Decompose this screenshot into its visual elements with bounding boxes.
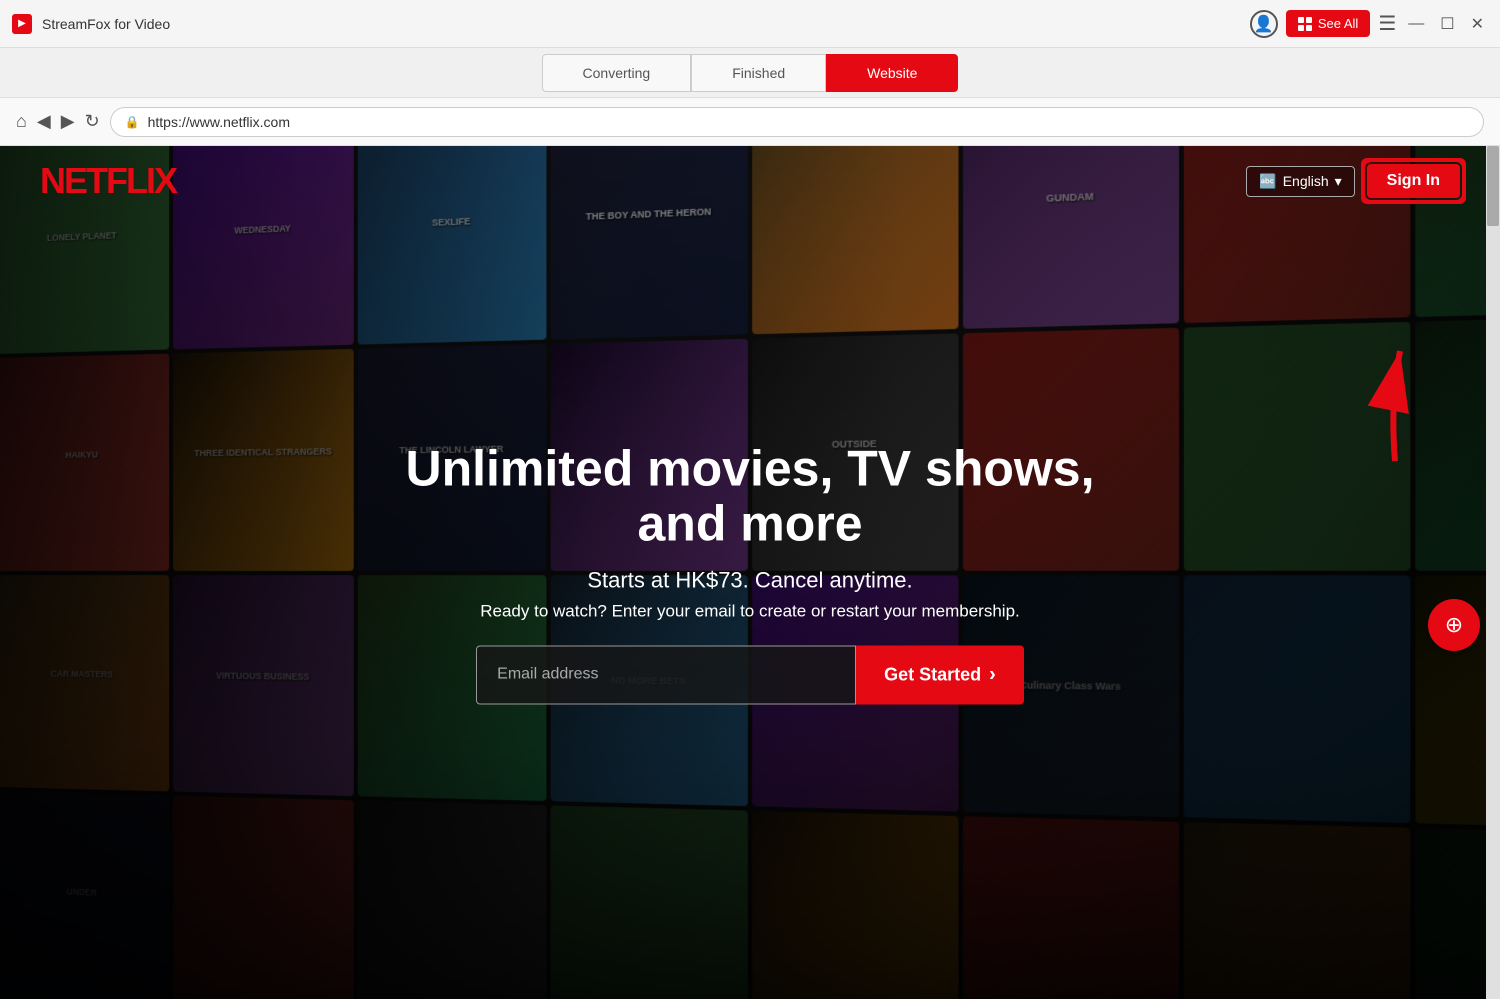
email-form: Get Started › (400, 645, 1100, 704)
tab-finished[interactable]: Finished (691, 54, 826, 92)
title-bar: StreamFox for Video 👤 See All ☰ — ☐ ✕ (0, 0, 1500, 48)
tab-website[interactable]: Website (826, 54, 958, 92)
language-label: English (1283, 173, 1329, 189)
sign-in-wrapper: Sign In (1367, 164, 1460, 198)
lock-icon: 🔒 (125, 115, 140, 129)
browser-bar: ⌂ ◀ ▶ ↻ 🔒 https://www.netflix.com (0, 98, 1500, 146)
netflix-navbar: NETFLIX 🔤 English ▾ Sign In (0, 146, 1500, 216)
user-icon[interactable]: 👤 (1250, 10, 1278, 38)
grid-icon (1298, 17, 1312, 31)
app-icon (12, 14, 32, 34)
sign-in-arrow (1335, 341, 1415, 471)
chevron-right-icon: › (989, 663, 996, 686)
chevron-down-icon: ▾ (1335, 173, 1342, 190)
forward-button[interactable]: ▶ (61, 111, 75, 132)
back-button[interactable]: ◀ (37, 111, 51, 132)
scrollbar-thumb[interactable] (1487, 146, 1499, 226)
scrollbar[interactable] (1486, 146, 1500, 999)
title-bar-left: StreamFox for Video (12, 14, 170, 34)
app-title: StreamFox for Video (42, 16, 170, 32)
netflix-logo: NETFLIX (40, 160, 176, 202)
close-button[interactable]: ✕ (1467, 14, 1488, 34)
refresh-button[interactable]: ↻ (85, 111, 100, 132)
title-bar-right: 👤 See All ☰ — ☐ ✕ (1250, 10, 1488, 38)
language-selector[interactable]: 🔤 English ▾ (1246, 166, 1354, 197)
maximize-button[interactable]: ☐ (1436, 14, 1458, 34)
netflix-hero: Unlimited movies, TV shows, and more Sta… (400, 441, 1100, 704)
sign-in-button[interactable]: Sign In (1367, 164, 1460, 198)
hamburger-icon[interactable]: ☰ (1378, 11, 1396, 36)
home-button[interactable]: ⌂ (16, 111, 27, 132)
url-text: https://www.netflix.com (148, 114, 290, 130)
tab-converting[interactable]: Converting (542, 54, 692, 92)
netflix-nav-right: 🔤 English ▾ Sign In (1246, 164, 1460, 198)
translate-icon: 🔤 (1259, 173, 1276, 190)
hero-prompt: Ready to watch? Enter your email to crea… (400, 601, 1100, 621)
address-bar[interactable]: 🔒 https://www.netflix.com (110, 107, 1484, 137)
get-started-button[interactable]: Get Started › (856, 645, 1024, 704)
record-button[interactable]: ⊕ (1428, 599, 1480, 651)
see-all-button[interactable]: See All (1286, 10, 1370, 37)
minimize-button[interactable]: — (1404, 15, 1428, 33)
netflix-page: LONELY PLANET WEDNESDAY SEXLIFE THE BOY … (0, 146, 1500, 999)
hero-subtitle: Starts at HK$73. Cancel anytime. (400, 567, 1100, 593)
nav-tabs: Converting Finished Website (0, 48, 1500, 98)
email-input[interactable] (476, 645, 856, 704)
hero-title: Unlimited movies, TV shows, and more (400, 441, 1100, 551)
record-icon: ⊕ (1445, 612, 1463, 638)
